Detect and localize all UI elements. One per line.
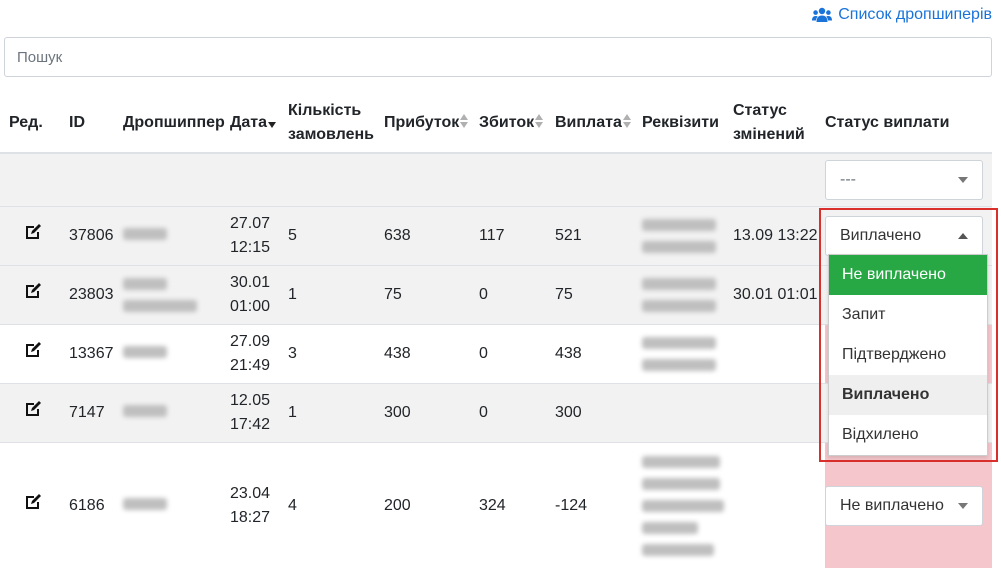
- col-loss[interactable]: Збиток: [479, 93, 555, 154]
- cell-dropshipper: [119, 441, 230, 568]
- option-paid[interactable]: Виплачено: [829, 375, 987, 415]
- option-not-paid[interactable]: Не виплачено: [829, 255, 987, 295]
- payout-status-options: Не виплачено Запит Підтверджено Виплачен…: [828, 254, 988, 456]
- filter-row: ---: [0, 152, 992, 206]
- users-icon: [812, 7, 833, 22]
- cell-id: 6186: [65, 441, 119, 568]
- cell-dropshipper: [119, 382, 230, 442]
- dropshippers-link-label[interactable]: Список дропшиперів: [838, 6, 992, 24]
- cell-id: 37806: [65, 205, 119, 265]
- cell-profit: 438: [384, 323, 479, 383]
- col-status-changed[interactable]: Статус змінений: [733, 93, 825, 154]
- table-header-row: Ред. ID Дропшиппер Дата Кількість замовл…: [0, 93, 992, 154]
- edit-icon[interactable]: [24, 282, 42, 300]
- cell-loss: 0: [479, 382, 555, 442]
- cell-loss: 117: [479, 205, 555, 265]
- cell-date: 12.05 17:42: [230, 382, 288, 442]
- sort-desc-icon[interactable]: [268, 114, 277, 128]
- edit-icon[interactable]: [24, 223, 42, 241]
- edit-icon[interactable]: [24, 493, 42, 511]
- col-dropshipper[interactable]: Дропшиппер: [119, 93, 230, 154]
- cell-payout: 75: [555, 264, 642, 324]
- cell-payout: 438: [555, 323, 642, 383]
- cell-id: 7147: [65, 382, 119, 442]
- cell-status-changed: [733, 323, 825, 383]
- cell-profit: 75: [384, 264, 479, 324]
- cell-status-changed: 30.01 01:01: [733, 264, 825, 324]
- dropshippers-list-link[interactable]: Список дропшиперів: [812, 6, 992, 24]
- cell-status-changed: [733, 382, 825, 442]
- cell-profit: 300: [384, 382, 479, 442]
- cell-date: 23.04 18:27: [230, 441, 288, 568]
- cell-loss: 324: [479, 441, 555, 568]
- col-payout[interactable]: Виплата: [555, 93, 642, 154]
- cell-id: 23803: [65, 264, 119, 324]
- option-rejected[interactable]: Відхилено: [829, 415, 987, 455]
- cell-date: 27.09 21:49: [230, 323, 288, 383]
- cell-requisites: [642, 264, 733, 324]
- option-confirmed[interactable]: Підтверджено: [829, 335, 987, 375]
- col-edit: Ред.: [0, 93, 65, 154]
- cell-loss: 0: [479, 323, 555, 383]
- cell-profit: 638: [384, 205, 479, 265]
- col-profit[interactable]: Прибуток: [384, 93, 479, 154]
- cell-requisites: [642, 323, 733, 383]
- col-requisites: Реквізити: [642, 93, 733, 154]
- cell-payout: 300: [555, 382, 642, 442]
- cell-orders: 1: [288, 382, 384, 442]
- sort-icon[interactable]: [460, 113, 469, 128]
- chevron-down-icon: [958, 502, 968, 509]
- edit-icon[interactable]: [24, 341, 42, 359]
- cell-date: 27.07 12:15: [230, 205, 288, 265]
- cell-orders: 1: [288, 264, 384, 324]
- sort-icon[interactable]: [535, 113, 544, 128]
- cell-requisites: [642, 441, 733, 568]
- status-filter-select[interactable]: ---: [825, 159, 983, 200]
- col-date[interactable]: Дата: [230, 93, 288, 154]
- cell-orders: 4: [288, 441, 384, 568]
- cell-requisites: [642, 382, 733, 442]
- chevron-down-icon: [958, 176, 968, 183]
- sort-icon[interactable]: [622, 113, 632, 128]
- cell-orders: 5: [288, 205, 384, 265]
- col-payout-status[interactable]: Статус виплати: [825, 93, 992, 154]
- col-id[interactable]: ID: [65, 93, 119, 154]
- cell-profit: 200: [384, 441, 479, 568]
- cell-id: 13367: [65, 323, 119, 383]
- cell-payout: 521: [555, 205, 642, 265]
- cell-status-changed: [733, 441, 825, 568]
- edit-icon[interactable]: [24, 400, 42, 418]
- cell-payout: -124: [555, 441, 642, 568]
- cell-orders: 3: [288, 323, 384, 383]
- payout-status-select[interactable]: Не виплачено: [825, 485, 983, 526]
- cell-status-changed: 13.09 13:22: [733, 205, 825, 265]
- option-request[interactable]: Запит: [829, 295, 987, 335]
- cell-dropshipper: [119, 323, 230, 383]
- cell-date: 30.01 01:00: [230, 264, 288, 324]
- cell-dropshipper: [119, 205, 230, 265]
- cell-loss: 0: [479, 264, 555, 324]
- cell-dropshipper: [119, 264, 230, 324]
- search-input[interactable]: [4, 37, 992, 77]
- cell-requisites: [642, 205, 733, 265]
- col-orders[interactable]: Кількість замовлень: [288, 93, 384, 154]
